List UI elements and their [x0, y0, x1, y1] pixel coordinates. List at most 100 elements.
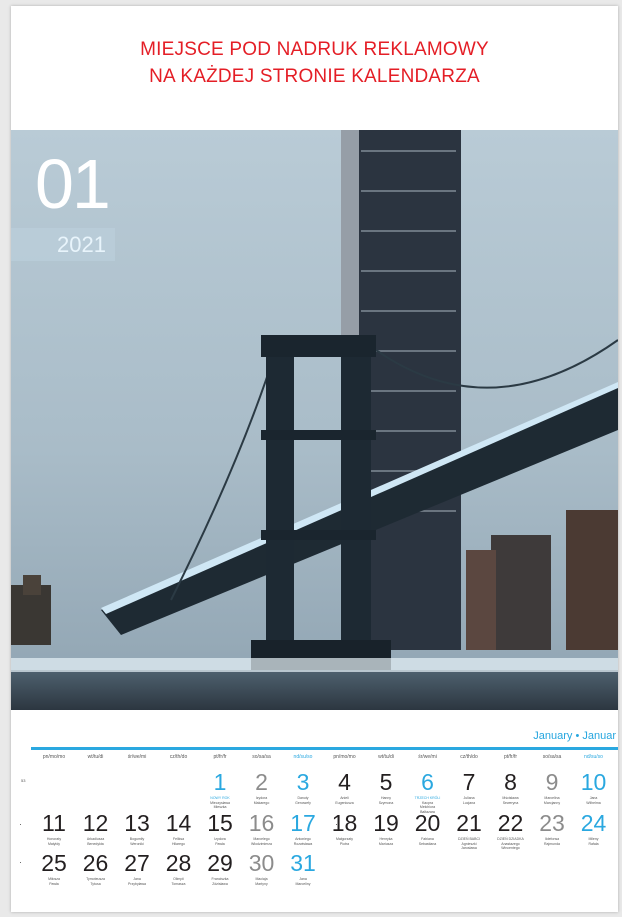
- day-number: 17: [290, 810, 316, 836]
- day-number: 31: [290, 850, 316, 876]
- nameday-label: Marceliny: [295, 881, 311, 886]
- nameday-label: Mieszka: [213, 805, 227, 809]
- nameday-label: Genowefy: [295, 800, 311, 805]
- weekday-label: cz/th/do: [460, 754, 478, 760]
- day-cell: 10 Jana Wilhelma: [573, 770, 615, 805]
- day-number: 19: [373, 810, 399, 836]
- day-number: 4: [338, 769, 351, 795]
- nameday-label: Mariusza: [378, 841, 394, 846]
- day-cell: 23 Ildefonsa Rajmunda: [531, 811, 573, 846]
- nameday-label: Włodzimierza: [250, 841, 272, 846]
- day-number: 3: [296, 769, 310, 795]
- nameday-label: Lucjana: [462, 800, 476, 805]
- day-cell: 22 DZIEŃ DZIADKA Anastazego Wincentego: [490, 811, 532, 851]
- day-number: 18: [331, 810, 358, 836]
- nameday-label: Weroniki: [130, 841, 144, 846]
- day-number: 20: [414, 810, 441, 836]
- nameday-label: Rajmunda: [544, 841, 560, 846]
- day-cell: 6 TRZECH KRÓLI Kacpra Melchiora Baltazara: [407, 770, 449, 814]
- day-number: 1: [213, 769, 227, 795]
- nameday-label: Piotra: [339, 841, 350, 846]
- weekday-header: pn/mo/mo wt/tu/di śr/we/mi cz/th/do pt/fr/fr…: [31, 747, 618, 767]
- day-number: 15: [207, 810, 233, 836]
- weekday-label: so/sa/sa: [252, 754, 271, 760]
- nameday-label: Rozwisława: [293, 841, 313, 846]
- nameday-label: Matyldy: [47, 841, 61, 846]
- nameday-label: Hilarego: [171, 841, 186, 846]
- weekday-label: wt/tu/di: [87, 754, 104, 760]
- day-cell: 13 Bogumiły Weroniki: [116, 811, 158, 846]
- weekday-label: nd/su/so: [584, 754, 603, 760]
- day-cell: 8 Mścisława Seweryna: [490, 770, 532, 805]
- day-number: 23: [539, 810, 565, 836]
- day-cell: 27 Jana Przybyława: [116, 851, 158, 886]
- day-cell: 12 Arkadiusza Benedykta: [75, 811, 117, 846]
- year: 2021: [57, 232, 106, 257]
- nameday-label: Szymona: [378, 800, 394, 805]
- day-cell: 19 Henryka Mariusza: [365, 811, 407, 846]
- weekday-label: pn/mo/mo: [42, 754, 66, 760]
- nameday-label: Tomasza: [171, 881, 186, 886]
- day-number: 8: [504, 769, 517, 795]
- week-number: 53: [21, 778, 26, 783]
- advertising-placeholder-text: MIEJSCE POD NADRUK REKLAMOWY NA KAŻDEJ S…: [11, 36, 618, 90]
- nameday-label: Przybyława: [128, 881, 146, 886]
- day-number: 21: [456, 810, 482, 836]
- day-number: 5: [379, 769, 393, 795]
- nameday-label: Pawła: [215, 841, 225, 846]
- nameday-label: Rafała: [588, 841, 599, 846]
- weekday-label: śr/we/mi: [418, 754, 437, 760]
- nameday-label: Jarosława: [461, 846, 477, 850]
- day-number: 6: [421, 769, 434, 795]
- day-cell: 18 Małgorzaty Piotra: [324, 811, 366, 846]
- nameday-label: Tytusa: [90, 881, 101, 886]
- nameday-label: Seweryna: [502, 800, 519, 805]
- day-number: 2: [255, 769, 268, 795]
- day-cell: 5 Hanny Szymona: [365, 770, 407, 805]
- day-number: 26: [82, 850, 109, 876]
- day-cell: 31 Jana Marceliny: [282, 851, 324, 886]
- weekday-label: pt/fr/fr: [213, 754, 227, 760]
- day-cell: 11 Honoraty Matyldy: [33, 811, 75, 846]
- week-marker-dot: ·: [19, 857, 22, 867]
- weekday-label: so/sa/sa: [542, 754, 562, 760]
- month-name: January • Januar: [533, 730, 616, 742]
- day-number: 16: [248, 810, 275, 836]
- day-cell: 7 Juliana Lucjana: [448, 770, 490, 805]
- calendar-page: MIEJSCE POD NADRUK REKLAMOWY NA KAŻDEJ S…: [11, 6, 618, 912]
- day-cell: 9 Marcelina Marcjanny: [531, 770, 573, 805]
- nameday-label: Marcjanny: [543, 800, 561, 805]
- weekday-label: pt/fr/fr: [503, 754, 518, 760]
- day-number: 22: [497, 810, 524, 836]
- header-rule: [31, 747, 618, 750]
- day-cell: 2 Izydora Makarego: [241, 770, 283, 805]
- nameday-label: Wincentego: [501, 846, 520, 850]
- day-cell: 15 Izydora Pawła: [199, 811, 241, 846]
- day-cell: 17 Antoniego Rozwisława: [282, 811, 324, 846]
- day-cell: 28 Olimpii Tomasza: [158, 851, 200, 886]
- weekday-label: nd/su/so: [293, 754, 313, 760]
- nameday-label: Eugeniusza: [335, 800, 354, 805]
- nameday-label: Pawła: [49, 881, 59, 886]
- weekday-label: śr/we/mi: [127, 754, 147, 760]
- day-number: 28: [165, 850, 192, 876]
- nameday-label: Wilhelma: [586, 800, 601, 805]
- day-cell: 20 Fabiana Sebastiana: [407, 811, 449, 846]
- day-cell: 1 NOWY ROK Mieczysława Mieszka: [199, 770, 241, 810]
- nameday-label: Zdzisława: [212, 881, 228, 886]
- day-number: 30: [248, 850, 275, 876]
- day-number: 9: [545, 769, 559, 795]
- ad-line-2: NA KAŻDEJ STRONIE KALENDARZA: [149, 66, 480, 87]
- day-number: 29: [207, 850, 233, 876]
- nameday-label: Benedykta: [87, 841, 104, 846]
- day-number: 27: [124, 850, 150, 876]
- weekday-label: cz/th/do: [169, 754, 188, 760]
- day-cell: 21 DZIEŃ BABCI Agnieszki Jarosława: [448, 811, 490, 851]
- day-number: 12: [82, 810, 109, 836]
- day-cell: 16 Marcelego Włodzimierza: [241, 811, 283, 846]
- day-number: 14: [165, 810, 192, 836]
- day-number: 7: [462, 769, 476, 795]
- day-cell: 4 Anieli Eugeniusza: [324, 770, 366, 805]
- day-number: 24: [580, 810, 607, 836]
- weekday-label: wt/tu/di: [378, 754, 394, 760]
